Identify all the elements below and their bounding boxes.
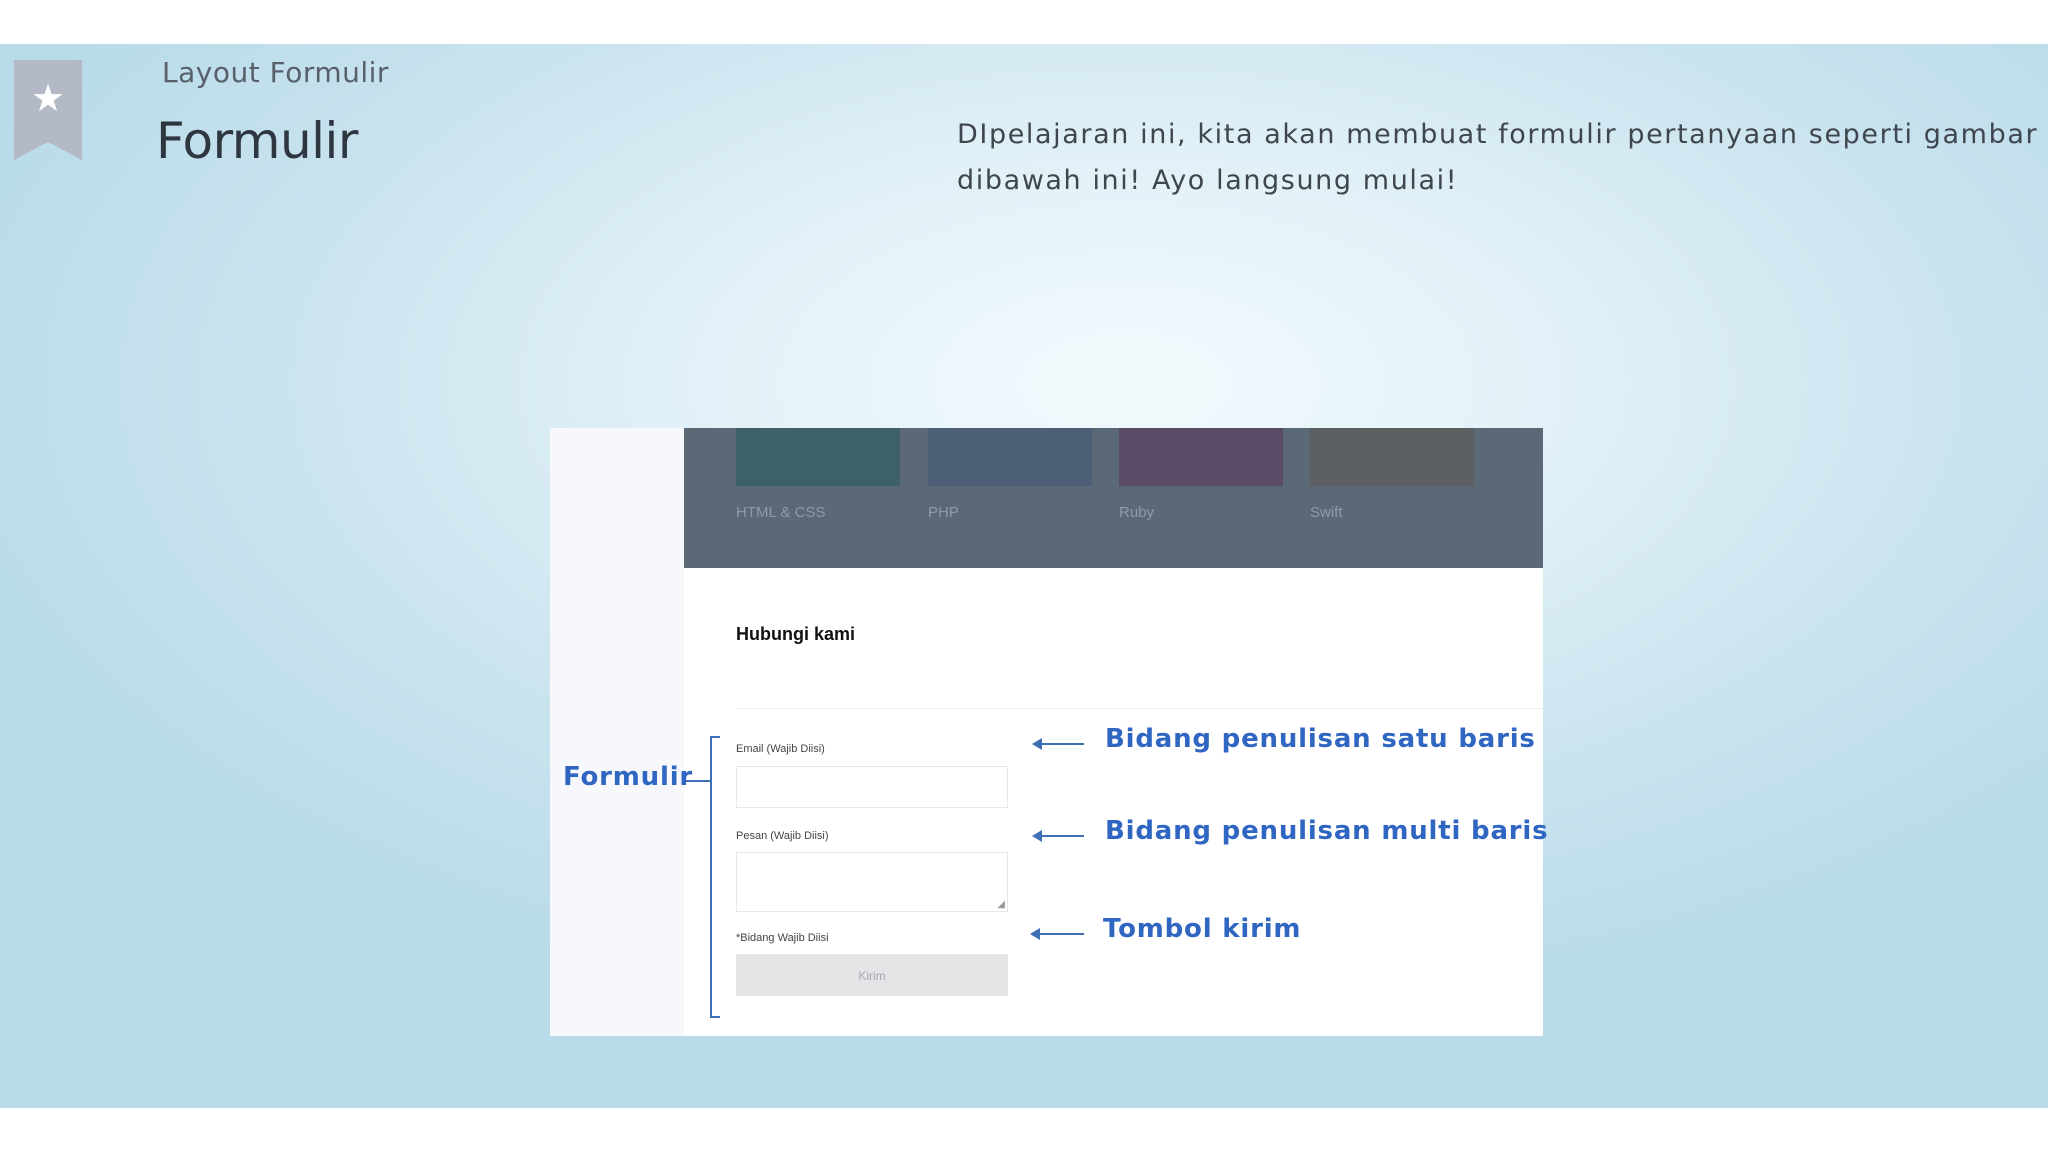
email-label: Email (Wajib Diisi) (736, 743, 825, 755)
bookmark: ★ (14, 60, 82, 160)
lang-label-ruby: Ruby (1119, 504, 1155, 521)
lang-label-php: PHP (928, 504, 959, 521)
lang-label-html-css: HTML & CSS (736, 504, 826, 521)
slide-subtitle: Layout Formulir (162, 56, 389, 89)
arrow-multi-line (1032, 830, 1084, 842)
message-label: Pesan (Wajib Diisi) (736, 830, 829, 842)
submit-button[interactable]: Kirim (736, 954, 1008, 996)
annotation-single-line: Bidang penulisan satu baris (1105, 724, 1536, 754)
divider (736, 708, 1543, 709)
annotation-form: Formulir (563, 762, 694, 792)
email-field[interactable] (736, 766, 1008, 808)
language-bar: HTML & CSS PHP Ruby Swift (684, 428, 1543, 568)
slide-title: Formulir (156, 112, 358, 170)
message-textarea[interactable]: ◢ (736, 852, 1008, 912)
arrow-submit (1030, 928, 1084, 940)
annotation-submit: Tombol kirim (1103, 914, 1302, 944)
lang-card-swift[interactable] (1310, 428, 1474, 486)
intro-text: DIpelajaran ini, kita akan membuat formu… (957, 119, 2039, 196)
contact-heading: Hubungi kami (736, 624, 856, 644)
lang-label-swift: Swift (1310, 504, 1343, 521)
slide: ★ Layout Formulir Formulir DIpelajaran i… (0, 44, 2048, 1108)
lang-card-html-css[interactable] (736, 428, 900, 486)
arrow-single-line (1032, 738, 1084, 750)
lang-card-ruby[interactable] (1119, 428, 1283, 486)
star-icon: ★ (30, 76, 66, 120)
lang-card-php[interactable] (928, 428, 1092, 486)
form-bracket (710, 736, 720, 1018)
required-note: *Bidang Wajib Diisi (736, 932, 829, 944)
annotation-multi-line: Bidang penulisan multi baris (1105, 816, 1549, 846)
resize-handle-icon[interactable]: ◢ (997, 900, 1005, 910)
